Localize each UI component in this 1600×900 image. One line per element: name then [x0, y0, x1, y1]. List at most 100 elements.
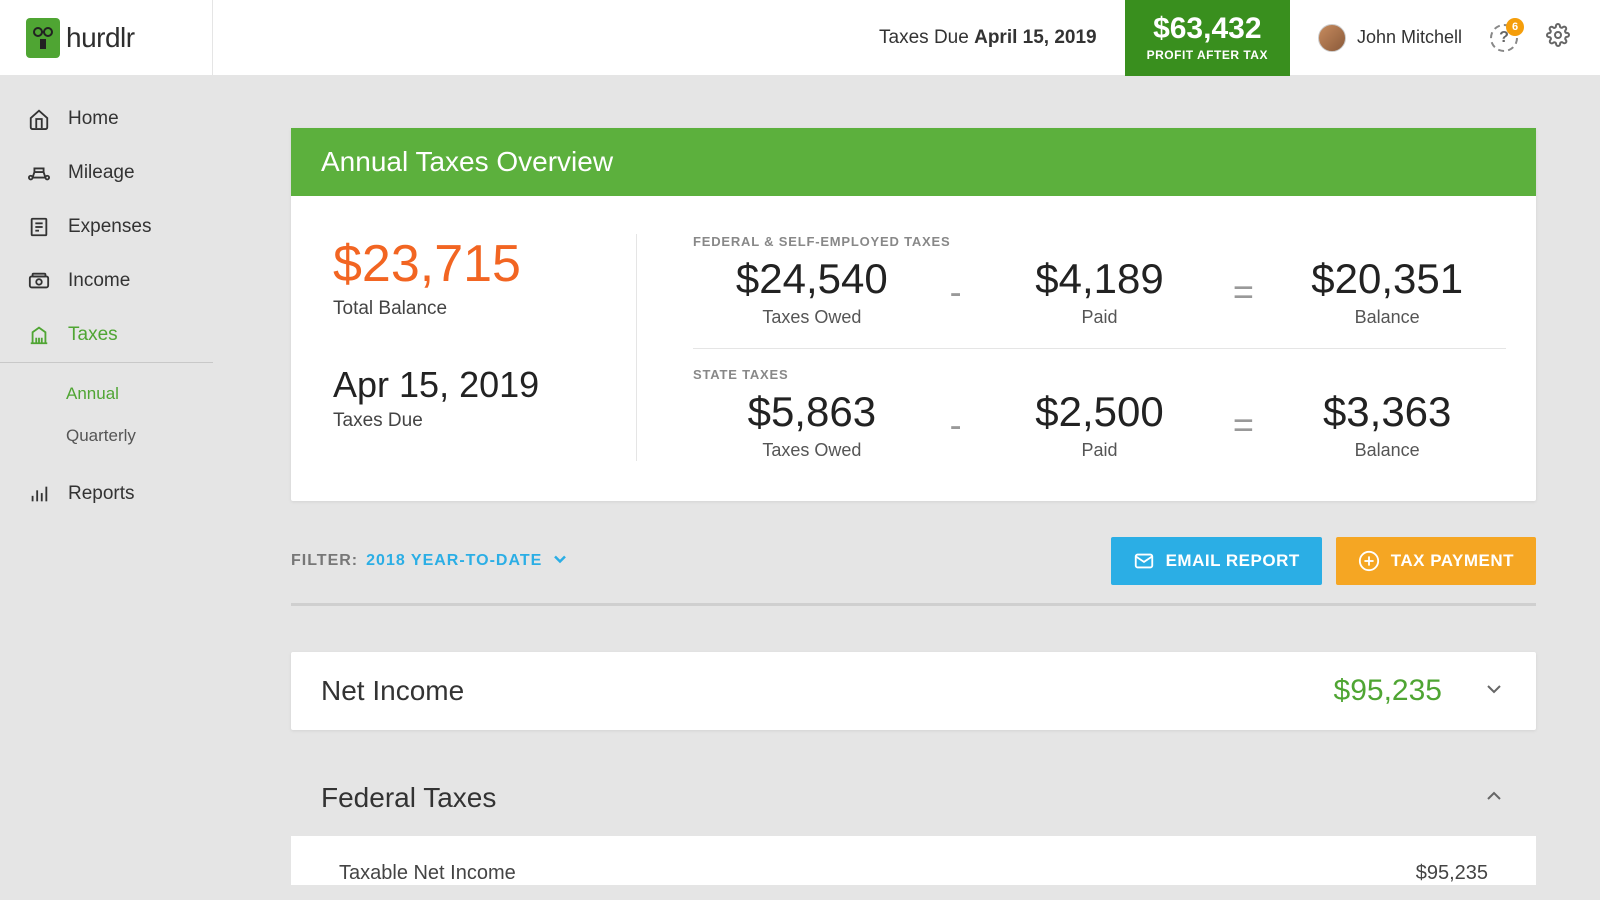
receipt-icon: [28, 216, 50, 238]
mail-icon: [1133, 550, 1155, 572]
profit-label: PROFIT AFTER TAX: [1147, 48, 1268, 62]
state-paid: $2,500 Paid: [981, 388, 1219, 461]
profit-amount: $63,432: [1147, 14, 1268, 44]
overview-card: Annual Taxes Overview $23,715 Total Bala…: [291, 128, 1536, 501]
filter-actions: EMAIL REPORT TAX PAYMENT: [1111, 537, 1536, 585]
logo-icon: [26, 18, 60, 58]
state-balance-amount: $3,363: [1268, 388, 1506, 436]
overview-body: $23,715 Total Balance Apr 15, 2019 Taxes…: [291, 196, 1536, 501]
federal-section-label: FEDERAL & SELF-EMPLOYED TAXES: [693, 234, 1506, 249]
money-icon: [28, 270, 50, 292]
total-balance-block: $23,715 Total Balance: [333, 234, 636, 320]
filter-label: FILTER:: [291, 552, 358, 570]
settings-button[interactable]: [1546, 23, 1570, 52]
chevron-up-icon: [1482, 784, 1506, 813]
state-row: $5,863 Taxes Owed - $2,500 Paid = $3,363…: [693, 388, 1506, 461]
federal-owed: $24,540 Taxes Owed: [693, 255, 931, 328]
sidebar-item-taxes[interactable]: Taxes: [0, 308, 213, 363]
federal-balance: $20,351 Balance: [1268, 255, 1506, 328]
federal-owed-label: Taxes Owed: [693, 307, 931, 328]
sidebar-subitems: Annual Quarterly: [0, 363, 213, 467]
email-report-button[interactable]: EMAIL REPORT: [1111, 537, 1322, 585]
state-owed-amount: $5,863: [693, 388, 931, 436]
state-owed-label: Taxes Owed: [693, 440, 931, 461]
accordion-value: $95,235: [1334, 674, 1442, 708]
state-paid-amount: $2,500: [981, 388, 1219, 436]
federal-paid: $4,189 Paid: [981, 255, 1219, 328]
state-section-label: STATE TAXES: [693, 367, 1506, 382]
federal-row: $24,540 Taxes Owed - $4,189 Paid = $20,3…: [693, 255, 1506, 328]
chart-icon: [28, 483, 50, 505]
filter-value: 2018 YEAR-TO-DATE: [366, 552, 542, 570]
sidebar-item-home[interactable]: Home: [0, 92, 213, 146]
federal-paid-amount: $4,189: [981, 255, 1219, 303]
chevron-down-icon: [550, 549, 570, 574]
sidebar-item-label: Income: [68, 270, 130, 292]
header-taxes-due: Taxes Due April 15, 2019: [879, 27, 1097, 49]
sidebar-item-label: Expenses: [68, 216, 151, 238]
sidebar-item-reports[interactable]: Reports: [0, 467, 213, 521]
federal-balance-label: Balance: [1268, 307, 1506, 328]
plus-circle-icon: [1358, 550, 1380, 572]
tax-payment-button[interactable]: TAX PAYMENT: [1336, 537, 1536, 585]
federal-paid-label: Paid: [981, 307, 1219, 328]
equals-icon: =: [1228, 404, 1258, 446]
taxes-due-block: Apr 15, 2019 Taxes Due: [333, 364, 636, 432]
accordion-net-income[interactable]: Net Income $95,235: [291, 652, 1536, 730]
federal-owed-amount: $24,540: [693, 255, 931, 303]
user-menu[interactable]: John Mitchell: [1318, 24, 1462, 52]
logo-text: hurdlr: [66, 22, 135, 54]
sidebar-item-mileage[interactable]: Mileage: [0, 146, 213, 200]
sidebar-subitem-annual[interactable]: Annual: [66, 373, 213, 415]
card-title: Annual Taxes Overview: [291, 128, 1536, 196]
total-balance-label: Total Balance: [333, 298, 636, 320]
taxes-due-label: Taxes Due: [333, 410, 636, 432]
profit-after-tax-box[interactable]: $63,432 PROFIT AFTER TAX: [1125, 0, 1290, 76]
building-icon: [28, 324, 50, 346]
state-owed: $5,863 Taxes Owed: [693, 388, 931, 461]
accordion-title: Net Income: [321, 675, 464, 707]
email-report-label: EMAIL REPORT: [1166, 551, 1300, 571]
line-item-value: $95,235: [1416, 862, 1488, 885]
sidebar-item-expenses[interactable]: Expenses: [0, 200, 213, 254]
gear-icon: [1546, 23, 1570, 47]
notification-badge: 6: [1506, 18, 1524, 36]
sidebar-item-label: Reports: [68, 483, 135, 505]
line-item: Taxable Net Income $95,235: [339, 862, 1488, 885]
line-item-label: Taxable Net Income: [339, 862, 516, 885]
sidebar-item-label: Home: [68, 108, 119, 130]
logo-area: hurdlr: [0, 0, 213, 76]
header-taxes-due-date: April 15, 2019: [974, 27, 1097, 48]
accordion-federal-body: Taxable Net Income $95,235: [291, 836, 1536, 885]
divider: [693, 348, 1506, 349]
sidebar: Home Mileage Expenses Income Taxes Annua…: [0, 76, 213, 900]
minus-icon: -: [941, 404, 971, 446]
avatar: [1318, 24, 1346, 52]
logo[interactable]: hurdlr: [26, 18, 135, 58]
equals-icon: =: [1228, 271, 1258, 313]
state-paid-label: Paid: [981, 440, 1219, 461]
header-taxes-due-prefix: Taxes Due: [879, 27, 974, 48]
filter-row: FILTER: 2018 YEAR-TO-DATE EMAIL REPORT T…: [291, 537, 1536, 606]
filter-dropdown[interactable]: FILTER: 2018 YEAR-TO-DATE: [291, 549, 570, 574]
tax-payment-label: TAX PAYMENT: [1391, 551, 1514, 571]
car-icon: [28, 162, 50, 184]
sidebar-item-income[interactable]: Income: [0, 254, 213, 308]
header: hurdlr Taxes Due April 15, 2019 $63,432 …: [0, 0, 1600, 76]
federal-balance-amount: $20,351: [1268, 255, 1506, 303]
overview-right: FEDERAL & SELF-EMPLOYED TAXES $24,540 Ta…: [637, 234, 1506, 461]
minus-icon: -: [941, 271, 971, 313]
user-name: John Mitchell: [1357, 27, 1462, 48]
help-button[interactable]: ? 6: [1490, 24, 1518, 52]
chevron-down-icon: [1482, 677, 1506, 706]
total-balance-amount: $23,715: [333, 234, 636, 294]
sidebar-item-label: Mileage: [68, 162, 135, 184]
sidebar-item-label: Taxes: [68, 324, 118, 346]
state-balance: $3,363 Balance: [1268, 388, 1506, 461]
header-right: Taxes Due April 15, 2019 $63,432 PROFIT …: [213, 0, 1600, 76]
state-balance-label: Balance: [1268, 440, 1506, 461]
home-icon: [28, 108, 50, 130]
main-content: Annual Taxes Overview $23,715 Total Bala…: [213, 76, 1600, 900]
sidebar-subitem-quarterly[interactable]: Quarterly: [66, 415, 213, 457]
accordion-federal-taxes[interactable]: Federal Taxes: [291, 760, 1536, 836]
